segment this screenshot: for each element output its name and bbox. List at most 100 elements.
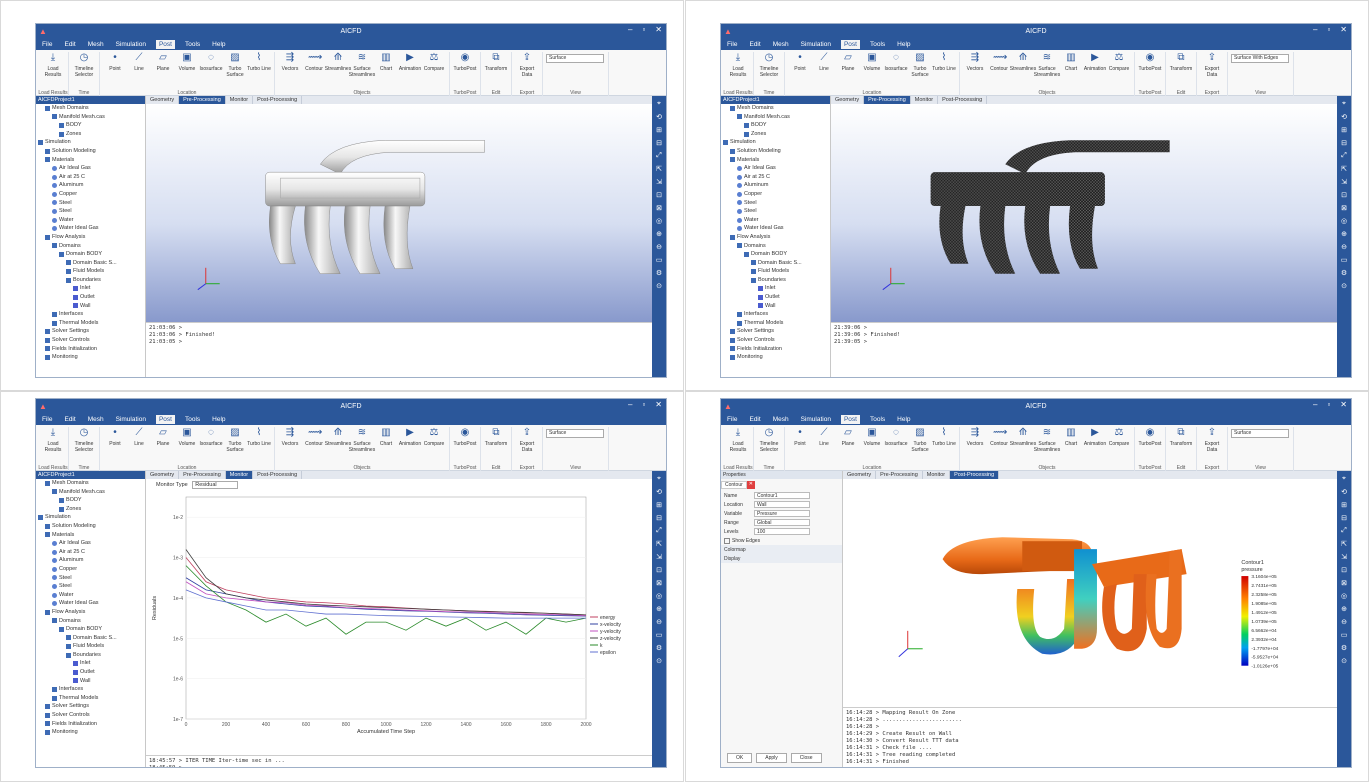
view-tool-3-icon[interactable]: ⊟ — [656, 139, 662, 147]
ribbon-button-volume[interactable]: ▣ Volume — [175, 427, 199, 447]
tree-item[interactable]: Monitoring — [36, 728, 145, 737]
ribbon-button-vectors[interactable]: ⇶ Vectors — [963, 427, 987, 447]
ribbon-button-load-results[interactable]: ⤓ Load Results — [41, 427, 65, 453]
view-tool-6-icon[interactable]: ⇲ — [656, 553, 662, 561]
view-mode-select[interactable]: Surface With Edges — [1231, 54, 1289, 63]
tree-item[interactable]: Copper — [721, 190, 830, 199]
menu-item-mesh[interactable]: Mesh — [86, 416, 106, 423]
tree-item[interactable]: Steel — [36, 199, 145, 208]
tree-item[interactable]: Copper — [36, 190, 145, 199]
ribbon-button-plane[interactable]: ▱ Plane — [151, 427, 175, 447]
property-value[interactable]: 100 — [754, 528, 810, 535]
ribbon-button-turbopost[interactable]: ◉ TurboPost — [453, 52, 477, 72]
menu-item-help[interactable]: Help — [210, 416, 227, 423]
tab-pre-processing[interactable]: Pre-Processing — [876, 471, 923, 479]
view-tool-14-icon[interactable]: ⊙ — [656, 657, 662, 665]
tree-item[interactable]: Solver Controls — [721, 336, 830, 345]
view-tool-11-icon[interactable]: ⊖ — [1341, 618, 1347, 626]
tab-geometry[interactable]: Geometry — [146, 96, 180, 104]
maximize-icon[interactable]: ▫ — [642, 25, 645, 34]
menu-item-post[interactable]: Post — [155, 414, 175, 424]
tree-item[interactable]: Domain BODY — [36, 625, 145, 634]
view-tool-7-icon[interactable]: ⊡ — [1341, 566, 1347, 574]
tree-item[interactable]: Interfaces — [721, 310, 830, 319]
tree-item[interactable]: Fluid Models — [721, 267, 830, 276]
tree-item[interactable]: Air at 25 C — [36, 173, 145, 182]
tree-item[interactable]: Steel — [36, 582, 145, 591]
ribbon-button-line[interactable]: ⟋ Line — [812, 52, 836, 72]
show-edges-checkbox[interactable] — [724, 537, 730, 544]
tree-item[interactable]: Water — [36, 591, 145, 600]
menu-item-tools[interactable]: Tools — [868, 41, 887, 48]
tree-item[interactable]: Manifold Mesh.cas — [36, 113, 145, 122]
view-tool-1-icon[interactable]: ⟲ — [1341, 488, 1347, 496]
view-tool-14-icon[interactable]: ⊙ — [1341, 657, 1347, 665]
ribbon-button-isosurface[interactable]: ◌ Isosurface — [199, 52, 223, 72]
view-tool-12-icon[interactable]: ▭ — [656, 631, 663, 639]
tree-item[interactable]: Fields Initialization — [36, 720, 145, 729]
tree-item[interactable]: Steel — [721, 199, 830, 208]
view-tool-9-icon[interactable]: ◎ — [656, 592, 662, 600]
ribbon-button-turbo-surface[interactable]: ▨ Turbo Surface — [908, 427, 932, 453]
ribbon-button-transform[interactable]: ⧉ Transform — [484, 427, 508, 447]
apply-button[interactable]: Apply — [756, 753, 787, 763]
tree-item[interactable]: Wall — [36, 302, 145, 311]
menu-item-file[interactable]: File — [40, 41, 54, 48]
menu-item-simulation[interactable]: Simulation — [114, 41, 148, 48]
view-tool-2-icon[interactable]: ⊞ — [656, 501, 662, 509]
view-tool-6-icon[interactable]: ⇲ — [1341, 178, 1347, 186]
view-tool-14-icon[interactable]: ⊙ — [656, 282, 662, 290]
view-tool-8-icon[interactable]: ⊠ — [656, 579, 662, 587]
view-tool-12-icon[interactable]: ▭ — [1341, 631, 1348, 639]
tree-item[interactable]: Solver Settings — [36, 702, 145, 711]
menu-item-mesh[interactable]: Mesh — [771, 41, 791, 48]
tree-item[interactable]: Materials — [721, 156, 830, 165]
ribbon-button-export-data[interactable]: ⇪ Export Data — [1200, 52, 1224, 78]
tree-item[interactable]: Flow Analysis — [36, 233, 145, 242]
ribbon-button-compare[interactable]: ⚖ Compare — [1107, 427, 1131, 447]
view-tool-10-icon[interactable]: ⊕ — [1341, 230, 1347, 238]
view-tool-8-icon[interactable]: ⊠ — [1341, 579, 1347, 587]
tree-item[interactable]: Solution Modeling — [36, 147, 145, 156]
ribbon-button-volume[interactable]: ▣ Volume — [860, 427, 884, 447]
menu-item-file[interactable]: File — [40, 416, 54, 423]
tree-item[interactable]: Materials — [36, 531, 145, 540]
view-tool-1-icon[interactable]: ⟲ — [1341, 113, 1347, 121]
tree-item[interactable]: Flow Analysis — [721, 233, 830, 242]
menu-item-mesh[interactable]: Mesh — [86, 41, 106, 48]
view-tool-12-icon[interactable]: ▭ — [656, 256, 663, 264]
ribbon-button-turbo-surface[interactable]: ▨ Turbo Surface — [908, 52, 932, 78]
view-tool-5-icon[interactable]: ⇱ — [656, 165, 662, 173]
menu-item-help[interactable]: Help — [895, 41, 912, 48]
ribbon-button-surface-streamlines[interactable]: ≋ Surface Streamlines — [1034, 52, 1060, 78]
ribbon-button-turbopost[interactable]: ◉ TurboPost — [453, 427, 477, 447]
tree-item[interactable]: Manifold Mesh.cas — [721, 113, 830, 122]
tree-item[interactable]: Inlet — [36, 659, 145, 668]
view-tool-10-icon[interactable]: ⊕ — [656, 230, 662, 238]
minimize-icon[interactable]: – — [1313, 25, 1317, 34]
view-tool-1-icon[interactable]: ⟲ — [656, 488, 662, 496]
tree-item[interactable]: Steel — [36, 207, 145, 216]
3d-viewport[interactable]: Contour1 pressure 3.1604e+05 2.7431e+05 2.32… — [843, 479, 1337, 707]
ribbon-button-plane[interactable]: ▱ Plane — [151, 52, 175, 72]
tree-item[interactable]: Air at 25 C — [36, 548, 145, 557]
ribbon-button-export-data[interactable]: ⇪ Export Data — [515, 427, 539, 453]
3d-viewport[interactable] — [831, 104, 1337, 322]
tree-item[interactable]: Air Ideal Gas — [36, 164, 145, 173]
tree-item[interactable]: Boundaries — [721, 276, 830, 285]
tree-item[interactable]: Mesh Domains — [36, 479, 145, 488]
view-tool-5-icon[interactable]: ⇱ — [1341, 165, 1347, 173]
tree-item[interactable]: Solution Modeling — [721, 147, 830, 156]
tree-item[interactable]: Solver Controls — [36, 336, 145, 345]
ribbon-button-turbopost[interactable]: ◉ TurboPost — [1138, 427, 1162, 447]
ribbon-button-turbo-surface[interactable]: ▨ Turbo Surface — [223, 427, 247, 453]
ribbon-button-turbopost[interactable]: ◉ TurboPost — [1138, 52, 1162, 72]
ribbon-button-compare[interactable]: ⚖ Compare — [1107, 52, 1131, 72]
tab-post-processing[interactable]: Post-Processing — [938, 96, 988, 104]
property-value[interactable]: Wall — [754, 501, 810, 508]
view-tool-10-icon[interactable]: ⊕ — [1341, 605, 1347, 613]
tab-monitor[interactable]: Monitor — [911, 96, 939, 104]
tree-item[interactable]: Zones — [721, 130, 830, 139]
tab-monitor[interactable]: Monitor — [923, 471, 951, 479]
close-icon[interactable]: ✕ — [1340, 25, 1347, 34]
